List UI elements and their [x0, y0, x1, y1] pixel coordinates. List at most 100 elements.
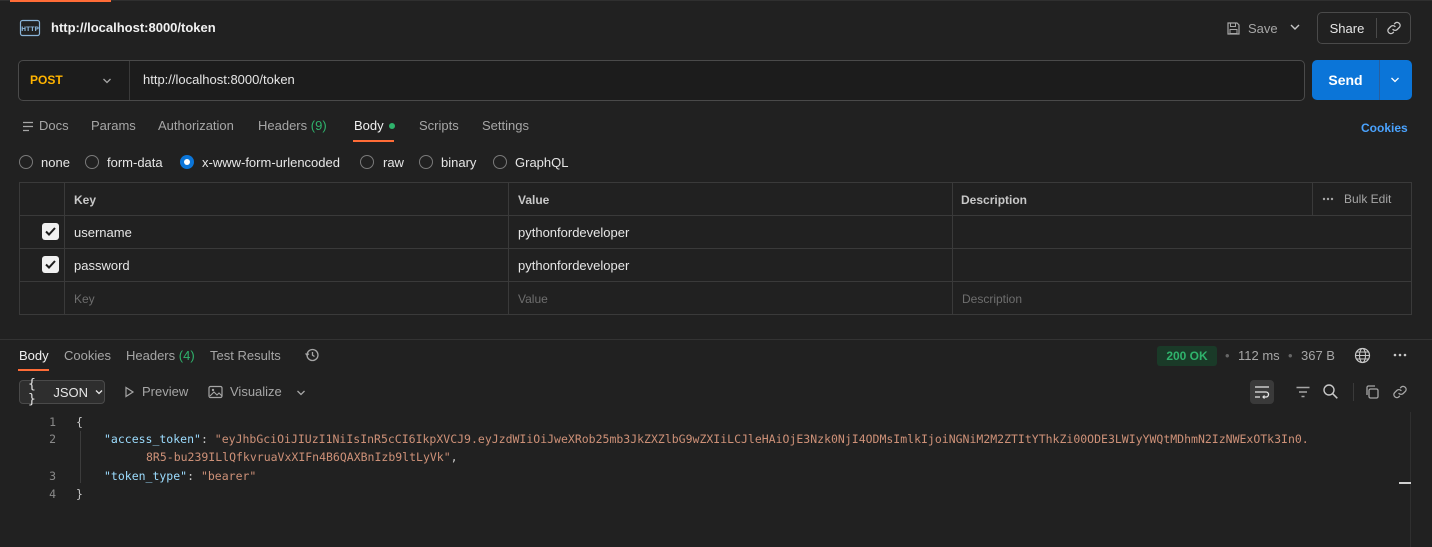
line-number: 4 — [49, 487, 56, 501]
new-description-input[interactable]: Description — [962, 292, 1022, 306]
method-chevron-down-icon[interactable] — [101, 75, 113, 87]
send-separator — [1379, 60, 1380, 100]
send-button[interactable]: Send — [1312, 60, 1379, 100]
radio-none[interactable] — [19, 155, 33, 169]
share-button-group: Share — [1317, 12, 1411, 44]
response-divider[interactable] — [0, 339, 1432, 340]
table-column-divider — [508, 182, 509, 315]
link-icon[interactable] — [1392, 384, 1408, 400]
more-horizontal-icon — [1322, 197, 1334, 201]
response-tab-body-underline — [18, 369, 49, 371]
tab-settings[interactable]: Settings — [482, 118, 529, 133]
radio-label-binary[interactable]: binary — [441, 155, 476, 170]
line-number: 1 — [49, 415, 56, 429]
visualize-chevron-down-icon[interactable] — [295, 387, 307, 399]
send-options-chevron-icon[interactable] — [1389, 74, 1401, 86]
radio-label-graphql[interactable]: GraphQL — [515, 155, 568, 170]
radio-label-form-data[interactable]: form-data — [107, 155, 163, 170]
history-icon[interactable] — [304, 347, 320, 363]
globe-icon[interactable] — [1354, 347, 1371, 364]
copy-icon[interactable] — [1364, 384, 1380, 400]
radio-label-x-www-form-urlencoded[interactable]: x-www-form-urlencoded — [202, 155, 340, 170]
scrollbar-track[interactable] — [1410, 412, 1411, 547]
row-value[interactable]: pythonfordeveloper — [518, 225, 629, 240]
svg-text:HTTP: HTTP — [21, 26, 39, 33]
bulk-edit-label: Bulk Edit — [1344, 192, 1392, 206]
json-string: "eyJhbGciOiJIUzI1NiIsInR5cCI6IkpXVCJ9.ey… — [214, 432, 1309, 446]
copy-link-icon[interactable] — [1377, 20, 1410, 36]
indent-guide — [80, 431, 81, 483]
scrollbar-thumb[interactable] — [1399, 482, 1411, 484]
body-modified-indicator — [389, 123, 395, 129]
code-open-brace: { — [76, 415, 83, 429]
save-options-chevron-icon[interactable] — [1288, 20, 1302, 34]
url-input[interactable]: http://localhost:8000/token — [143, 72, 295, 87]
new-value-input[interactable]: Value — [518, 292, 548, 306]
tab-docs[interactable]: Docs — [39, 118, 69, 133]
play-icon — [123, 385, 135, 398]
visualize-button[interactable]: Visualize — [208, 384, 282, 399]
method-select[interactable]: POST — [30, 73, 63, 87]
format-label: JSON — [53, 384, 88, 400]
code-line-access-token: "access_token": "eyJhbGciOiJIUzI1NiIsInR… — [104, 432, 1309, 446]
line-number: 2 — [49, 432, 56, 446]
tab-authorization[interactable]: Authorization — [158, 118, 234, 133]
row-value[interactable]: pythonfordeveloper — [518, 258, 629, 273]
tab-body[interactable]: Body — [354, 118, 384, 133]
radio-label-raw[interactable]: raw — [383, 155, 404, 170]
filter-icon[interactable] — [1295, 384, 1311, 400]
column-header-value: Value — [518, 193, 550, 207]
bulk-edit-button[interactable]: Bulk Edit — [1322, 192, 1391, 206]
row-key[interactable]: password — [74, 258, 130, 273]
radio-form-data[interactable] — [85, 155, 99, 169]
row-checkbox[interactable] — [42, 256, 59, 273]
save-button[interactable]: Save — [1226, 16, 1278, 40]
wrap-lines-button[interactable] — [1250, 380, 1274, 404]
radio-x-www-form-urlencoded[interactable] — [180, 155, 194, 169]
response-tab-body[interactable]: Body — [19, 348, 49, 363]
more-options-icon[interactable] — [1393, 353, 1407, 357]
radio-graphql[interactable] — [493, 155, 507, 169]
radio-binary[interactable] — [419, 155, 433, 169]
format-select[interactable]: { } JSON — [19, 377, 105, 407]
radio-label-none[interactable]: none — [41, 155, 70, 170]
active-tab-accent — [10, 0, 111, 2]
response-tab-test-results[interactable]: Test Results — [210, 348, 281, 363]
code-line-token-type: "token_type": "bearer" — [104, 469, 257, 483]
status-badge[interactable]: 200 OK — [1157, 346, 1217, 366]
response-size[interactable]: 367 B — [1301, 348, 1335, 363]
preview-button[interactable]: Preview — [123, 384, 188, 399]
new-key-input[interactable]: Key — [74, 292, 95, 306]
http-request-icon: HTTP — [19, 17, 43, 39]
tab-headers[interactable]: Headers (9) — [258, 118, 327, 133]
tab-params[interactable]: Params — [91, 118, 136, 133]
save-icon — [1226, 21, 1241, 36]
row-checkbox[interactable] — [42, 223, 59, 240]
visualize-label: Visualize — [230, 384, 282, 399]
row-key[interactable]: username — [74, 225, 132, 240]
table-divider — [19, 248, 1412, 249]
format-chevron-down-icon — [94, 387, 104, 397]
response-tab-cookies[interactable]: Cookies — [64, 348, 111, 363]
tab-scripts[interactable]: Scripts — [419, 118, 459, 133]
response-tab-headers-count: (4) — [178, 348, 195, 363]
top-border — [0, 0, 1432, 1]
cookies-link[interactable]: Cookies — [1361, 121, 1408, 135]
docs-icon — [22, 121, 34, 132]
tab-headers-count: (9) — [310, 118, 327, 133]
tab-headers-label: Headers — [258, 118, 308, 133]
image-icon — [208, 385, 223, 399]
table-column-divider — [952, 182, 953, 315]
code-line-access-token-wrap: 8R5-bu239ILlQfkvruaVxXIFn4B6QAXBnIzb9ltL… — [146, 450, 458, 464]
response-time[interactable]: 112 ms — [1238, 348, 1280, 363]
code-close-brace: } — [76, 487, 83, 501]
braces-icon: { } — [28, 377, 36, 407]
share-button[interactable]: Share — [1318, 21, 1376, 36]
wrap-lines-icon — [1255, 386, 1270, 399]
search-icon[interactable] — [1322, 383, 1339, 400]
response-tab-headers[interactable]: Headers (4) — [126, 348, 195, 363]
radio-raw[interactable] — [360, 155, 374, 169]
meta-separator: • — [1288, 348, 1293, 363]
table-column-divider — [64, 182, 65, 315]
json-string: "bearer" — [200, 469, 257, 483]
